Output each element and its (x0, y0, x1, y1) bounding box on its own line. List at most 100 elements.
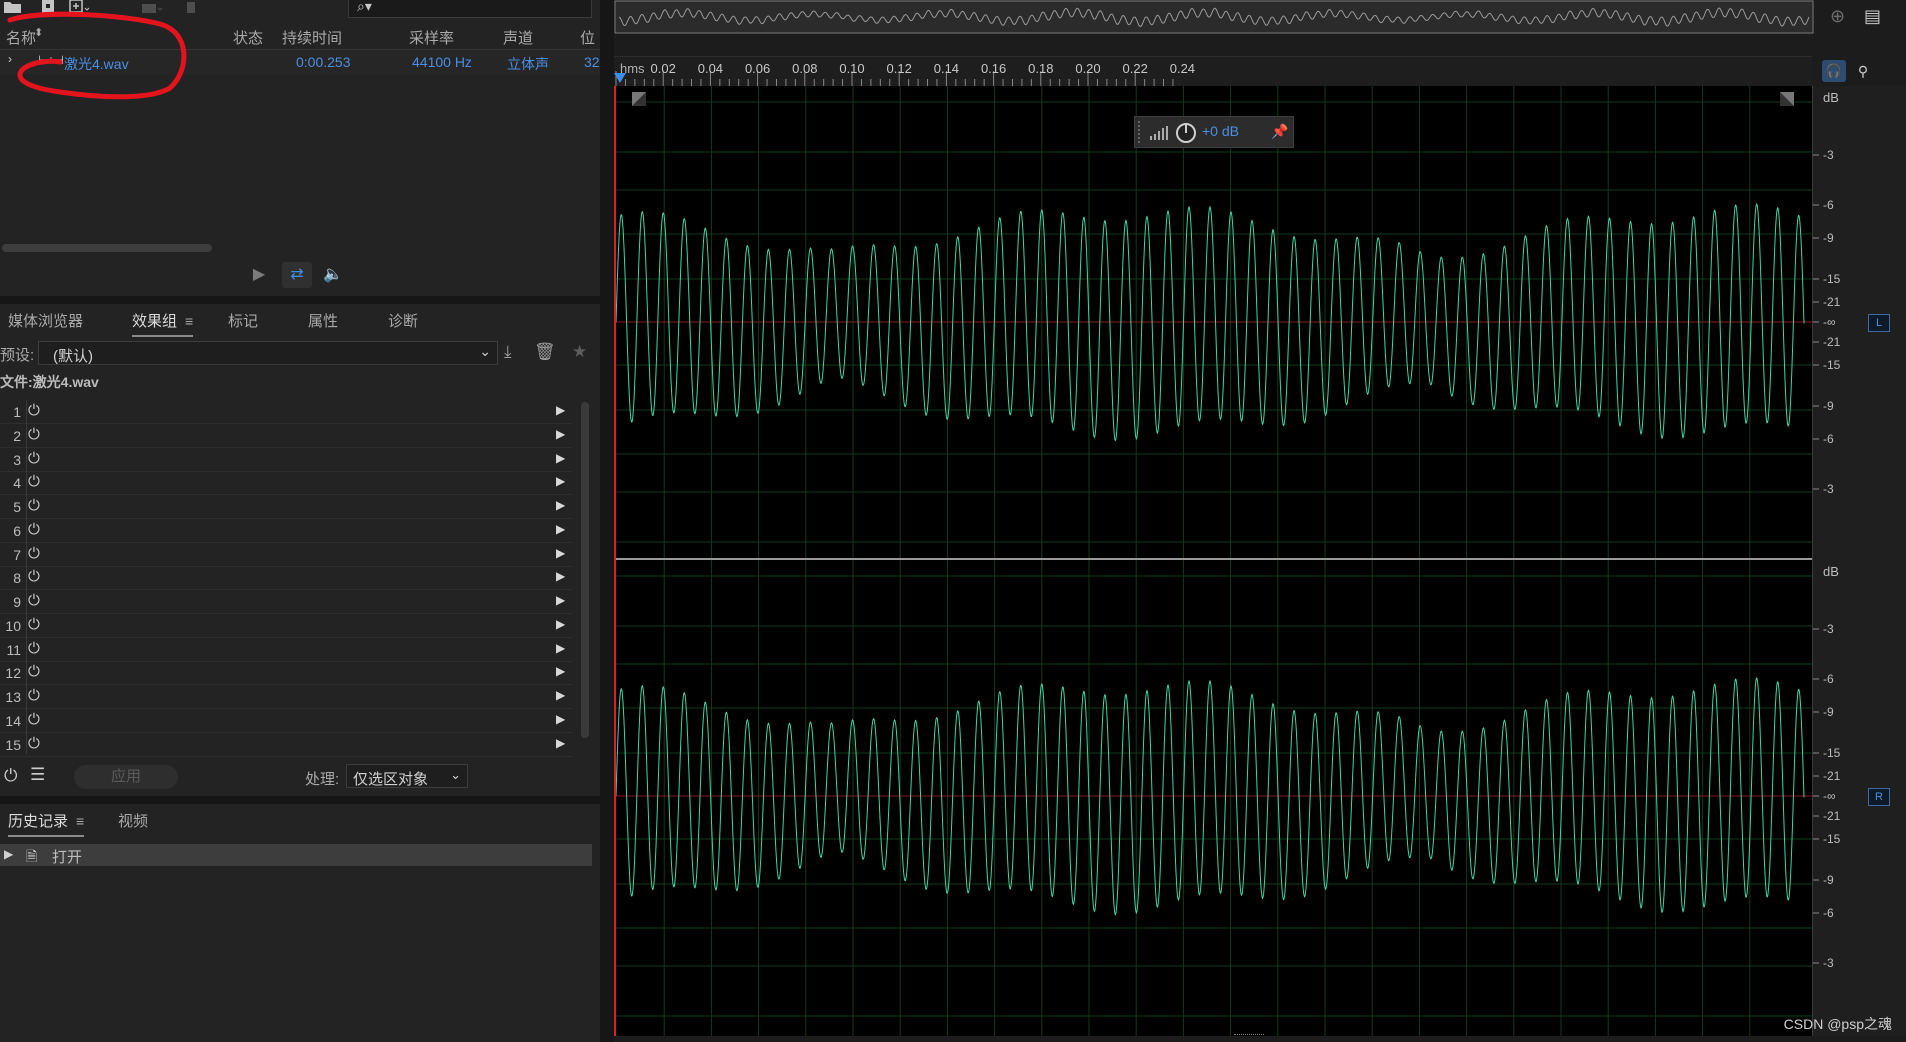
tab-effects-rack[interactable]: 效果组 ≡ (132, 310, 194, 337)
new-file-icon[interactable] (68, 0, 90, 18)
list-view-icon[interactable]: ☰ (30, 765, 45, 785)
panel-options-icon[interactable]: ▤ (1864, 6, 1881, 27)
effect-slot[interactable]: 9 ⏻ ▶ (0, 590, 572, 614)
tab-diagnostics[interactable]: 诊断 (388, 310, 418, 331)
drag-handle-icon[interactable] (1138, 121, 1144, 143)
timeline-pin-icon[interactable]: ⚲ (1854, 60, 1872, 82)
power-icon[interactable]: ⏻ (28, 521, 46, 539)
slot-menu-arrow-icon[interactable]: ▶ (556, 617, 565, 631)
slot-menu-arrow-icon[interactable]: ▶ (556, 451, 565, 465)
effect-slot[interactable]: 14 ⏻ ▶ (0, 709, 572, 733)
power-icon[interactable]: ⏻ (28, 616, 46, 634)
file-name[interactable]: 激光4.wav (64, 54, 129, 74)
power-icon[interactable]: ⏻ (28, 426, 46, 444)
import-file-icon[interactable] (38, 0, 60, 18)
effect-slot[interactable]: 1 ⏻ ▶ (0, 400, 572, 424)
effect-slot[interactable]: 3 ⏻ ▶ (0, 448, 572, 472)
overview-navigator[interactable] (614, 0, 1814, 34)
power-icon[interactable]: ⏻ (28, 592, 46, 610)
open-folder-icon[interactable] (2, 0, 24, 18)
apply-button[interactable]: 应用 (74, 765, 178, 789)
file-row[interactable]: › ⊢+⊣ 激光4.wav 0:00.253 44100 Hz 立体声 32 (0, 50, 600, 74)
power-icon[interactable]: ⏻ (28, 687, 46, 705)
power-icon[interactable]: ⏻ (28, 450, 46, 468)
slot-menu-arrow-icon[interactable]: ▶ (556, 688, 565, 702)
slot-menu-arrow-icon[interactable]: ▶ (556, 403, 565, 417)
sort-arrow-icon[interactable]: ⬍ (34, 26, 43, 39)
slot-menu-arrow-icon[interactable]: ▶ (556, 664, 565, 678)
hud-gain-value[interactable]: +0 dB (1202, 123, 1239, 139)
power-icon[interactable]: ⏻ (28, 473, 46, 491)
effect-slot[interactable]: 12 ⏻ ▶ (0, 661, 572, 686)
slot-menu-arrow-icon[interactable]: ▶ (556, 522, 565, 536)
effect-slot[interactable]: 11 ⏻ ▶ (0, 638, 572, 662)
power-icon[interactable]: ⏻ (28, 545, 46, 563)
column-duration[interactable]: 持续时间 (282, 27, 342, 48)
slot-menu-arrow-icon[interactable]: ▶ (556, 546, 565, 560)
delete-preset-icon[interactable]: 🗑 (534, 342, 556, 362)
effect-slot[interactable]: 5 ⏻ ▶ (0, 495, 572, 519)
auto-play-volume-icon[interactable]: 🔈 (318, 262, 348, 288)
slot-menu-arrow-icon[interactable]: ▶ (556, 498, 565, 512)
tab-properties[interactable]: 属性 (308, 310, 338, 331)
tab-markers[interactable]: 标记 (228, 310, 258, 331)
loop-playback-icon[interactable]: ⇄ (282, 262, 312, 288)
power-icon[interactable]: ⏻ (28, 663, 46, 681)
play-icon[interactable]: ▶ (4, 847, 13, 861)
expand-chevron-icon[interactable]: › (8, 52, 12, 66)
power-icon[interactable]: ⏻ (28, 640, 46, 658)
slot-menu-arrow-icon[interactable]: ▶ (556, 641, 565, 655)
files-horizontal-scrollbar[interactable] (0, 242, 592, 254)
zoom-navigator-icon[interactable]: ⊕ (1830, 6, 1845, 27)
column-bits[interactable]: 位 (580, 27, 595, 48)
column-channels[interactable]: 声道 (503, 27, 533, 48)
pin-icon[interactable]: 📌 (1271, 123, 1288, 140)
panel-menu-icon[interactable]: ≡ (185, 313, 193, 329)
right-channel-badge[interactable]: R (1868, 788, 1890, 806)
files-search-input[interactable]: ⌕▾ (348, 0, 592, 18)
slot-menu-arrow-icon[interactable]: ▶ (556, 736, 565, 750)
panel-splitter[interactable] (600, 0, 614, 1042)
column-sample-rate[interactable]: 采样率 (409, 27, 454, 48)
effect-slot[interactable]: 15 ⏻ ▶ (0, 733, 572, 757)
power-icon[interactable]: ⏻ (28, 711, 46, 729)
play-icon[interactable]: ▶ (244, 262, 274, 288)
insert-into-multitrack-icon[interactable] (140, 0, 163, 18)
process-dropdown[interactable]: 仅选区对象 ⌄ (346, 764, 468, 788)
save-preset-icon[interactable]: ⤓ (504, 342, 512, 362)
rack-vertical-scrollbar[interactable] (581, 402, 589, 738)
left-channel-badge[interactable]: L (1868, 314, 1890, 332)
slot-menu-arrow-icon[interactable]: ▶ (556, 474, 565, 488)
effect-slot[interactable]: 8 ⏻ ▶ (0, 566, 572, 591)
slot-menu-arrow-icon[interactable]: ▶ (556, 593, 565, 607)
slot-menu-arrow-icon[interactable]: ▶ (556, 427, 565, 441)
delete-file-icon[interactable] (180, 0, 202, 18)
rack-power-icon[interactable]: ⏻ (4, 766, 17, 786)
tab-media-browser[interactable]: 媒体浏览器 (8, 310, 83, 331)
effect-slot[interactable]: 6 ⏻ ▶ (0, 519, 572, 543)
power-icon[interactable]: ⏻ (28, 568, 46, 586)
preset-dropdown[interactable]: (默认) ⌄ (38, 341, 498, 365)
headphones-icon[interactable]: 🎧 (1822, 60, 1846, 82)
effect-slot[interactable]: 13 ⏻ ▶ (0, 685, 572, 709)
power-icon[interactable]: ⏻ (28, 735, 46, 753)
power-icon[interactable]: ⏻ (28, 402, 46, 420)
waveform-display[interactable]: +0 dB 📌 (614, 86, 1812, 1036)
power-icon[interactable]: ⏻ (28, 497, 46, 515)
effect-slot[interactable]: 2 ⏻ ▶ (0, 424, 572, 448)
tab-history[interactable]: 历史记录 ≡ (8, 810, 85, 837)
gain-knob-icon[interactable] (1175, 122, 1197, 144)
slot-menu-arrow-icon[interactable]: ▶ (556, 569, 565, 583)
tab-video[interactable]: 视频 (118, 810, 148, 831)
panel-menu-icon[interactable]: ≡ (76, 813, 84, 829)
column-status[interactable]: 状态 (233, 27, 263, 48)
effect-slot[interactable]: 10 ⏻ ▶ (0, 614, 572, 638)
favorite-star-icon[interactable]: ★ (572, 342, 587, 362)
resize-grip[interactable] (1234, 1034, 1264, 1038)
effect-slot[interactable]: 7 ⏻ ▶ (0, 543, 572, 567)
history-item[interactable]: ▶ 🗎 打开 (0, 844, 592, 866)
time-ruler[interactable]: hms 0.02 0.04 0.06 0.08 0.10 0.12 0.14 0.16 0.18 0… (614, 56, 1812, 87)
slot-menu-arrow-icon[interactable]: ▶ (556, 712, 565, 726)
column-name[interactable]: 名称 (6, 27, 36, 48)
effect-slot[interactable]: 4 ⏻ ▶ (0, 471, 572, 496)
